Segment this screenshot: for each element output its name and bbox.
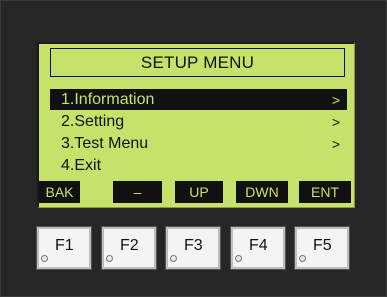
menu-item-setting[interactable]: 2.Setting >	[50, 111, 347, 132]
function-key-f3[interactable]: F3	[165, 226, 221, 270]
menu-item-test-menu[interactable]: 3.Test Menu >	[50, 133, 347, 154]
function-key-f1[interactable]: F1	[36, 226, 92, 270]
softkey-down[interactable]: DWN	[236, 181, 288, 203]
function-key-f4[interactable]: F4	[230, 226, 286, 270]
led-indicator-icon	[106, 255, 113, 262]
menu-item-label: 4.Exit	[61, 156, 102, 174]
menu-item-label: 1.Information	[61, 90, 155, 108]
menu-item-label: 3.Test Menu	[61, 134, 149, 152]
softkey-up[interactable]: UP	[175, 181, 223, 203]
menu-item-label: 2.Setting	[61, 112, 125, 130]
menu-item-exit[interactable]: 4.Exit	[50, 155, 347, 176]
function-key-label: F2	[120, 237, 139, 254]
menu-item-information[interactable]: 1.Information >	[50, 89, 347, 110]
submenu-arrow-icon: >	[331, 135, 340, 152]
function-key-label: F4	[249, 237, 268, 254]
submenu-arrow-icon: >	[331, 113, 340, 130]
function-key-row: F1 F2 F3 F4 F5	[36, 226, 356, 270]
menu-title: SETUP MENU	[50, 48, 345, 77]
led-indicator-icon	[170, 255, 177, 262]
function-key-f2[interactable]: F2	[101, 226, 157, 270]
function-key-label: F5	[313, 237, 332, 254]
function-key-f5[interactable]: F5	[294, 226, 350, 270]
softkey-blank[interactable]: –	[113, 181, 162, 203]
softkey-enter[interactable]: ENT	[299, 181, 351, 203]
function-key-label: F1	[55, 237, 74, 254]
led-indicator-icon	[235, 255, 242, 262]
softkey-back[interactable]: BAK	[39, 181, 80, 203]
softkey-bar: BAK – UP DWN ENT	[39, 181, 355, 203]
led-indicator-icon	[299, 255, 306, 262]
lcd-screen: SETUP MENU 1.Information > 2.Setting > 3…	[37, 42, 355, 208]
led-indicator-icon	[41, 255, 48, 262]
control-panel: SETUP MENU 1.Information > 2.Setting > 3…	[0, 0, 387, 297]
submenu-arrow-icon: >	[331, 91, 340, 108]
function-key-label: F3	[184, 237, 203, 254]
